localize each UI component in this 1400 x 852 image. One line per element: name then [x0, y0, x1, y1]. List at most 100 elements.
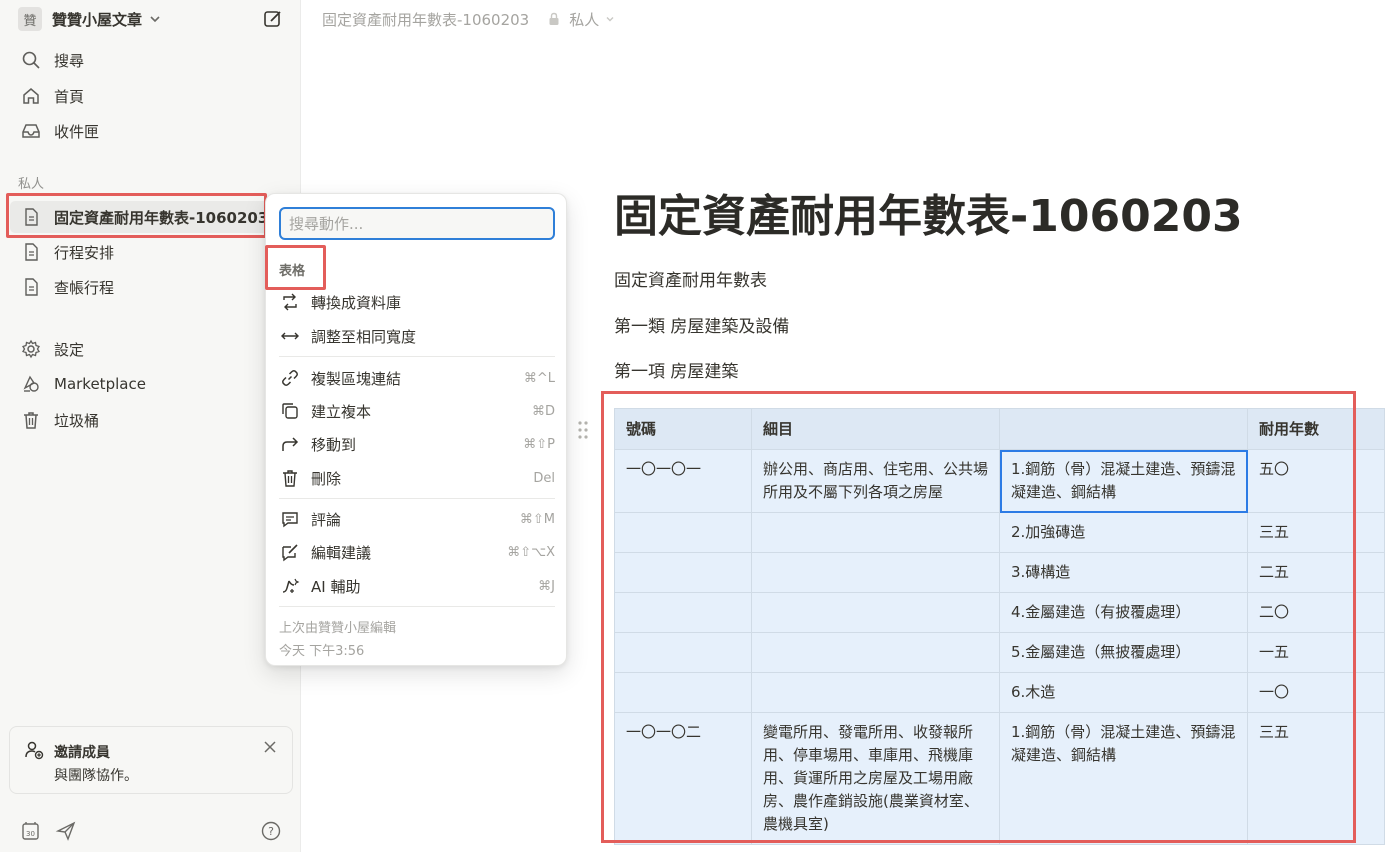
workspace-avatar: 贊 — [18, 7, 42, 31]
sidebar-page-audit[interactable]: 查帳行程 — [10, 271, 292, 303]
menu-item-label: 移動到 — [311, 435, 357, 454]
table-cell[interactable]: 三五 — [1247, 712, 1385, 845]
sidebar-page-schedule[interactable]: 行程安排 — [10, 236, 292, 268]
table-cell[interactable] — [614, 552, 752, 593]
section-label-private: 私人 — [18, 177, 45, 192]
paragraph-3[interactable]: 第一項 房屋建築 — [614, 357, 738, 382]
breadcrumb-page-title[interactable]: 固定資產耐用年數表-1060203 — [322, 9, 529, 30]
ai-assist-icon — [279, 575, 301, 597]
sidebar-item-label: 搜尋 — [54, 51, 85, 70]
lock-icon — [549, 12, 559, 25]
table-header-cell[interactable] — [999, 408, 1248, 450]
sidebar-item-search[interactable]: 搜尋 — [10, 44, 292, 76]
table-cell[interactable] — [614, 512, 752, 553]
comment-icon — [279, 508, 301, 530]
menu-divider — [279, 606, 555, 607]
menu-item-duplicate[interactable]: 建立複本 ⌘D — [279, 397, 555, 425]
invite-subtitle: 與團隊協作。 — [54, 768, 138, 784]
menu-item-ai-assist[interactable]: AI 輔助 ⌘J — [279, 572, 555, 600]
move-arrow-icon — [279, 433, 301, 455]
svg-text:?: ? — [268, 825, 274, 838]
table-cell[interactable]: 6.木造 — [999, 672, 1248, 713]
table-cell[interactable]: 二〇 — [1247, 592, 1385, 633]
table-cell[interactable]: 一〇一〇二 — [614, 712, 752, 845]
search-icon — [20, 49, 42, 71]
home-icon — [20, 85, 42, 107]
table-cell[interactable]: 5.金屬建造（無披覆處理） — [999, 632, 1248, 673]
convert-icon — [279, 291, 301, 313]
sidebar-item-home[interactable]: 首頁 — [10, 80, 292, 112]
last-edited-by: 上次由贊贊小屋編輯 — [279, 621, 397, 636]
menu-item-label: 複製區塊連結 — [311, 369, 402, 388]
marketplace-icon — [20, 373, 42, 395]
table-cell-selected[interactable]: 1.鋼筋（骨）混凝土建造、預鑄混凝建造、鋼結構 — [999, 449, 1248, 513]
invite-members-card[interactable]: 邀請成員 與團隊協作。 — [9, 726, 293, 794]
sidebar-item-inbox[interactable]: 收件匣 — [10, 115, 292, 147]
workspace-name: 贊贊小屋文章 — [52, 10, 143, 29]
table-cell[interactable]: 一〇 — [1247, 672, 1385, 713]
table-cell[interactable] — [614, 592, 752, 633]
table-cell[interactable]: 4.金屬建造（有披覆處理） — [999, 592, 1248, 633]
sidebar-item-marketplace[interactable]: Marketplace — [10, 368, 292, 400]
table-cell[interactable]: 變電所用、發電所用、收發報所用、停車場用、車庫用、飛機庫用、貨運所用之房屋及工場… — [751, 712, 1000, 845]
menu-item-copy-link[interactable]: 複製區塊連結 ⌘^L — [279, 364, 555, 392]
table-cell[interactable] — [751, 552, 1000, 593]
menu-item-comment[interactable]: 評論 ⌘⇧M — [279, 505, 555, 533]
send-icon[interactable] — [55, 820, 77, 842]
table-cell[interactable] — [751, 592, 1000, 633]
table-header-cell[interactable]: 號碼 — [614, 408, 752, 450]
drag-handle-icon[interactable] — [574, 418, 592, 442]
menu-item-move-to[interactable]: 移動到 ⌘⇧P — [279, 430, 555, 458]
table-cell[interactable]: 一〇一〇一 — [614, 449, 752, 513]
help-icon[interactable]: ? — [260, 820, 282, 842]
suggest-edit-icon — [279, 541, 301, 563]
table-cell[interactable] — [751, 512, 1000, 553]
table-header-cell[interactable]: 耐用年數 — [1247, 408, 1385, 450]
page-icon — [20, 241, 42, 263]
chevron-down-icon — [606, 17, 614, 22]
menu-item-label: 評論 — [311, 510, 342, 529]
table-cell[interactable]: 3.磚構造 — [999, 552, 1248, 593]
table-cell[interactable]: 辦公用、商店用、住宅用、公共場所用及不屬下列各項之房屋 — [751, 449, 1000, 513]
sidebar: 贊 贊贊小屋文章 搜尋 首頁 收件匣 私人 固定資產耐用年數表-1060203 … — [0, 0, 301, 852]
new-page-icon[interactable] — [262, 8, 284, 30]
breadcrumb-privacy[interactable]: 私人 — [569, 9, 599, 30]
page-icon — [20, 276, 42, 298]
table-cell[interactable]: 三五 — [1247, 512, 1385, 553]
table-cell[interactable]: 一五 — [1247, 632, 1385, 673]
svg-text:30: 30 — [26, 830, 35, 838]
sidebar-item-trash[interactable]: 垃圾桶 — [10, 404, 292, 436]
table-cell[interactable]: 2.加強磚造 — [999, 512, 1248, 553]
sidebar-item-label: 固定資產耐用年數表-1060203 — [54, 208, 268, 227]
table-cell[interactable] — [751, 632, 1000, 673]
sidebar-item-label: Marketplace — [54, 375, 146, 393]
paragraph-2[interactable]: 第一類 房屋建築及設備 — [614, 312, 789, 337]
page-title[interactable]: 固定資產耐用年數表-1060203 — [614, 180, 1243, 244]
sidebar-item-label: 行程安排 — [54, 243, 115, 262]
table-cell[interactable] — [614, 672, 752, 713]
resize-horizontal-icon — [279, 325, 301, 347]
menu-item-convert-to-database[interactable]: 轉換成資料庫 — [279, 288, 555, 316]
table-header-cell[interactable]: 細目 — [751, 408, 1000, 450]
asset-table: 號碼 細目 耐用年數 一〇一〇一 辦公用、商店用、住宅用、公共場所用及不屬下列各… — [614, 408, 1385, 845]
action-search-input[interactable] — [279, 207, 555, 240]
table-cell[interactable]: 1.鋼筋（骨）混凝土建造、預鑄混凝建造、鋼結構 — [999, 712, 1248, 845]
close-icon[interactable] — [262, 739, 278, 755]
table-cell[interactable]: 五〇 — [1247, 449, 1385, 513]
table-row: 5.金屬建造（無披覆處理） 一五 — [614, 632, 1385, 673]
workspace-switcher[interactable]: 贊 贊贊小屋文章 — [18, 6, 162, 32]
menu-item-delete[interactable]: 刪除 Del — [279, 464, 555, 492]
table-cell[interactable] — [614, 632, 752, 673]
table-cell[interactable] — [751, 672, 1000, 713]
shortcut: Del — [533, 470, 555, 486]
paragraph-1[interactable]: 固定資產耐用年數表 — [614, 266, 767, 291]
shortcut: ⌘D — [531, 403, 555, 419]
menu-item-equal-width[interactable]: 調整至相同寬度 — [279, 322, 555, 350]
table-cell[interactable]: 二五 — [1247, 552, 1385, 593]
shortcut: ⌘⇧⌥X — [507, 544, 555, 560]
sidebar-item-settings[interactable]: 設定 — [10, 333, 292, 365]
menu-item-suggest-edits[interactable]: 編輯建議 ⌘⇧⌥X — [279, 538, 555, 566]
menu-item-label: 建立複本 — [311, 402, 372, 421]
sidebar-page-asset-table[interactable]: 固定資產耐用年數表-1060203 — [10, 201, 292, 233]
calendar-icon[interactable]: 30 — [20, 820, 42, 842]
